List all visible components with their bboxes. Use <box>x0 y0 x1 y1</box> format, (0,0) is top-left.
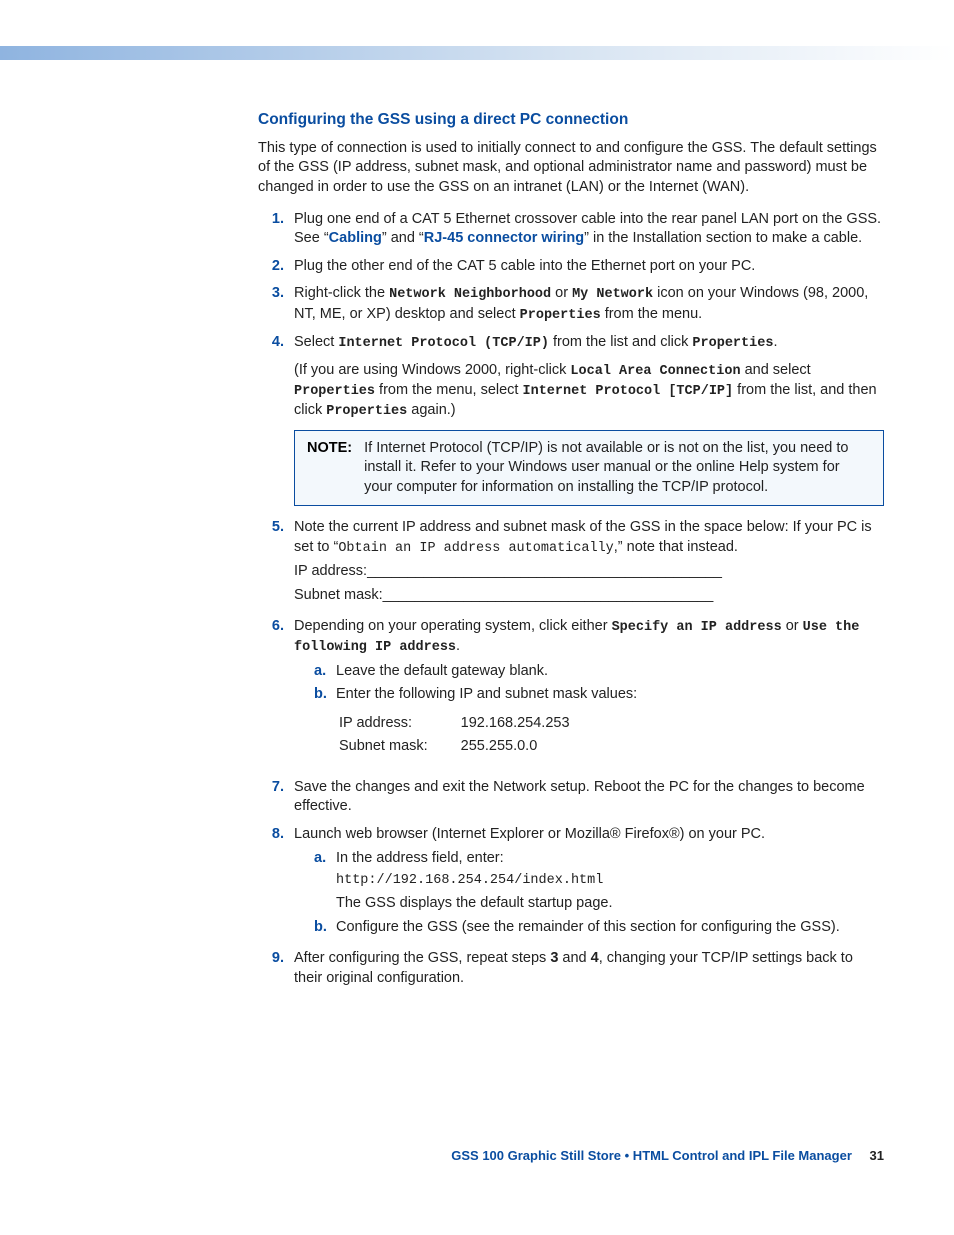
text: from the list and click <box>549 334 692 350</box>
ip-value: 192.168.254.253 <box>460 713 600 735</box>
step-8: 8. Launch web browser (Internet Explorer… <box>258 825 884 941</box>
link-cabling[interactable]: Cabling <box>329 230 382 246</box>
text: The GSS displays the default startup pag… <box>336 894 884 914</box>
ui-label: Specify an IP address <box>612 620 782 635</box>
step-1: 1. Plug one end of a CAT 5 Ethernet cros… <box>258 210 884 249</box>
ui-label: Properties <box>294 384 375 399</box>
step-body: Plug one end of a CAT 5 Ethernet crossov… <box>294 210 884 249</box>
step-body: Launch web browser (Internet Explorer or… <box>294 825 884 941</box>
mask-label: Subnet mask: <box>338 736 458 758</box>
step-body: Plug the other end of the CAT 5 cable in… <box>294 257 884 277</box>
ip-label: IP address: <box>338 713 458 735</box>
text: from the menu. <box>601 306 703 322</box>
text: Launch web browser (Internet Explorer or… <box>294 825 884 845</box>
sub-text: Configure the GSS (see the remainder of … <box>336 918 840 938</box>
sub-letter: a. <box>314 849 336 914</box>
ui-label: Properties <box>520 308 601 323</box>
step-number: 3. <box>258 284 294 324</box>
text: Enter the following IP and subnet mask v… <box>336 685 884 705</box>
step-body: After configuring the GSS, repeat steps … <box>294 949 884 988</box>
ui-label: Properties <box>692 336 773 351</box>
step-number: 8. <box>258 825 294 941</box>
text: In the address field, enter: <box>336 849 884 869</box>
step-number: 7. <box>258 778 294 817</box>
table-row: Subnet mask:255.255.0.0 <box>338 736 600 758</box>
step-3: 3. Right-click the Network Neighborhood … <box>258 284 884 324</box>
text: After configuring the GSS, repeat steps <box>294 950 550 966</box>
sub-letter: a. <box>314 662 336 682</box>
sub-text: Leave the default gateway blank. <box>336 662 548 682</box>
link-rj45-wiring[interactable]: RJ-45 connector wiring <box>424 230 584 246</box>
step-number: 6. <box>258 617 294 770</box>
text: . <box>773 334 777 350</box>
header-gradient <box>0 46 954 60</box>
text: from the menu, select <box>375 382 522 398</box>
section-heading: Configuring the GSS using a direct PC co… <box>258 110 884 131</box>
step-4: 4. Select Internet Protocol (TCP/IP) fro… <box>258 333 884 422</box>
ui-label: Network Neighborhood <box>389 287 551 302</box>
text: or <box>551 285 572 301</box>
page-number: 31 <box>856 1148 884 1163</box>
text: . <box>456 638 460 654</box>
page-footer: GSS 100 Graphic Still Store • HTML Contr… <box>451 1148 884 1163</box>
text: ” in the Installation section to make a … <box>584 230 862 246</box>
mask-value: 255.255.0.0 <box>460 736 600 758</box>
text: ,” note that instead. <box>614 539 738 555</box>
step-body: Save the changes and exit the Network se… <box>294 778 884 817</box>
sub-letter: b. <box>314 685 336 766</box>
step-number: 1. <box>258 210 294 249</box>
step-body: Depending on your operating system, clic… <box>294 617 884 770</box>
text: ” and “ <box>382 230 424 246</box>
text: and <box>558 950 590 966</box>
footer-title: GSS 100 Graphic Still Store • HTML Contr… <box>451 1148 852 1163</box>
step-5: 5. Note the current IP address and subne… <box>258 518 884 609</box>
ip-address-blank: IP address:_____________________________… <box>294 562 884 582</box>
page-content: Configuring the GSS using a direct PC co… <box>258 110 884 997</box>
text: again.) <box>407 402 455 418</box>
intro-paragraph: This type of connection is used to initi… <box>258 139 884 198</box>
url-text: http://192.168.254.254/index.html <box>336 872 884 890</box>
sub-text: Enter the following IP and subnet mask v… <box>336 685 884 766</box>
step-number: 9. <box>258 949 294 988</box>
text: Right-click the <box>294 285 389 301</box>
text: (If you are using Windows 2000, right-cl… <box>294 362 570 378</box>
ui-label: Internet Protocol [TCP/IP] <box>523 384 734 399</box>
ui-label: Internet Protocol (TCP/IP) <box>338 336 549 351</box>
note-box: NOTE: If Internet Protocol (TCP/IP) is n… <box>294 430 884 507</box>
ui-label: Local Area Connection <box>570 364 740 379</box>
text: Select <box>294 334 338 350</box>
ref-step-4: 4 <box>591 950 599 966</box>
subnet-mask-blank: Subnet mask:____________________________… <box>294 586 884 606</box>
substep-6b: b. Enter the following IP and subnet mas… <box>314 685 884 766</box>
step-6: 6. Depending on your operating system, c… <box>258 617 884 770</box>
step-2: 2. Plug the other end of the CAT 5 cable… <box>258 257 884 277</box>
step-body: Note the current IP address and subnet m… <box>294 518 884 609</box>
ui-label: Obtain an IP address automatically <box>338 541 613 556</box>
step-body: Select Internet Protocol (TCP/IP) from t… <box>294 333 884 422</box>
note-label: NOTE: <box>307 439 364 498</box>
ui-label: Properties <box>326 404 407 419</box>
text: Depending on your operating system, clic… <box>294 618 612 634</box>
ui-label: My Network <box>572 287 653 302</box>
step-9: 9. After configuring the GSS, repeat ste… <box>258 949 884 988</box>
step-body: Right-click the Network Neighborhood or … <box>294 284 884 324</box>
sub-text: In the address field, enter: http://192.… <box>336 849 884 914</box>
sub-letter: b. <box>314 918 336 938</box>
substep-8b: b. Configure the GSS (see the remainder … <box>314 918 884 938</box>
step-number: 5. <box>258 518 294 609</box>
ip-values-table: IP address:192.168.254.253 Subnet mask:2… <box>336 711 602 760</box>
text: and select <box>741 362 811 378</box>
step-number: 4. <box>258 333 294 422</box>
text: or <box>782 618 803 634</box>
substep-8a: a. In the address field, enter: http://1… <box>314 849 884 914</box>
substep-6a: a. Leave the default gateway blank. <box>314 662 884 682</box>
note-text: If Internet Protocol (TCP/IP) is not ava… <box>364 439 871 498</box>
step-number: 2. <box>258 257 294 277</box>
table-row: IP address:192.168.254.253 <box>338 713 600 735</box>
step-7: 7. Save the changes and exit the Network… <box>258 778 884 817</box>
